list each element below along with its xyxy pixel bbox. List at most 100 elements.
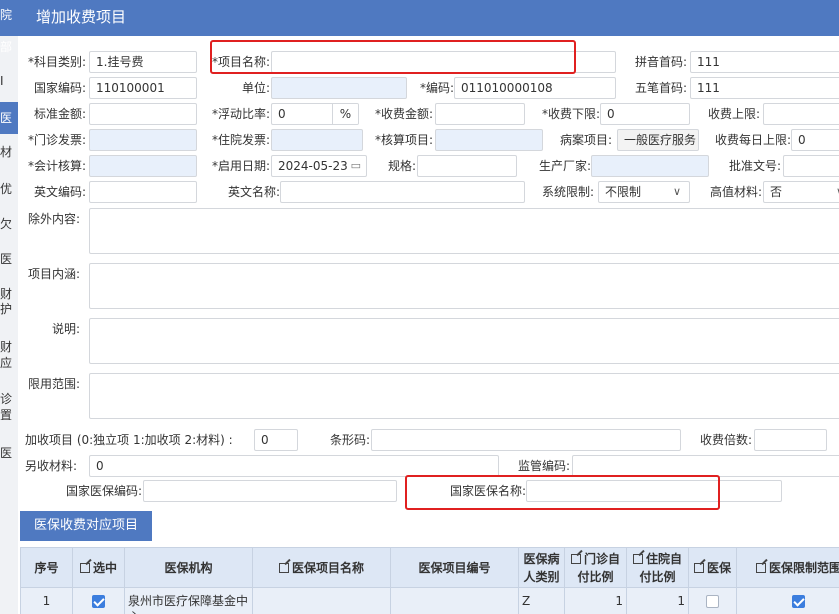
background-sidebar-item: 材	[0, 145, 13, 159]
surcharge-label: 加收项目 (0:独立项 1:加收项 2:材料) :	[25, 433, 233, 447]
background-sidebar-item: 财	[0, 340, 13, 354]
ins-code-label: 国家医保编码:	[65, 484, 142, 498]
col-header-op-ratio[interactable]: 门诊自付比例	[564, 547, 627, 588]
fee-amount-input[interactable]	[435, 103, 525, 125]
national-code-input[interactable]: 110100001	[89, 77, 197, 99]
fee-item-form: *科目类别: 1.挂号费 *项目名称: 拼音首码: 111 国家编码: 1101…	[18, 36, 839, 506]
background-sidebar-item: 护	[0, 302, 13, 316]
pinyin-input[interactable]: 111	[690, 51, 839, 73]
accounting-label: *会计核算:	[27, 159, 86, 173]
connotation-label: 项目内涵:	[27, 267, 80, 281]
ins-name-input[interactable]	[526, 480, 782, 502]
en-name-input[interactable]	[280, 181, 525, 203]
national-code-label: 国家编码:	[33, 81, 86, 95]
std-amount-input[interactable]	[89, 103, 197, 125]
extra-material-input[interactable]: 0	[89, 455, 499, 477]
background-sidebar-item: 医	[0, 446, 13, 460]
supervision-code-input[interactable]	[572, 455, 839, 477]
code-input[interactable]: 011010000108	[454, 77, 616, 99]
accounting-select[interactable]	[89, 155, 197, 177]
cell-selected[interactable]	[72, 587, 125, 614]
float-ratio-input[interactable]: 0 %	[271, 103, 359, 125]
scope-textarea[interactable]	[89, 373, 839, 419]
section-title: 医保收费对应项目	[20, 511, 153, 541]
edit-icon	[693, 562, 704, 573]
chevron-down-icon: ∨	[672, 185, 681, 198]
table-row[interactable]: 1 泉州市医疗保障基金中心 Z 1 1	[20, 587, 839, 614]
inpatient-invoice-select[interactable]	[271, 129, 363, 151]
code-label: *编码:	[419, 81, 454, 95]
col-header-ins[interactable]: 医保	[688, 547, 737, 588]
daily-upper-input[interactable]: 0	[791, 129, 839, 151]
exclusions-textarea[interactable]	[89, 208, 839, 254]
background-sidebar: 院 部 I 医 材 优 欠 医 财 护 财 应 诊 置 医	[0, 0, 18, 614]
fee-amount-label: *收费金额:	[374, 107, 433, 121]
fee-lower-input[interactable]: 0	[600, 103, 690, 125]
barcode-label: 条形码:	[329, 433, 370, 447]
cell-category: Z	[518, 587, 565, 614]
cell-name[interactable]	[252, 587, 391, 614]
background-sidebar-item: 应	[0, 356, 13, 370]
wubi-label: 五笔首码:	[634, 81, 687, 95]
fee-upper-input[interactable]	[763, 103, 839, 125]
spec-input[interactable]	[417, 155, 517, 177]
fee-lower-label: *收费下限:	[541, 107, 600, 121]
cell-ins[interactable]	[688, 587, 737, 614]
extra-material-label: 另收材料:	[25, 459, 78, 473]
case-item-select[interactable]: 一般医疗服务	[617, 129, 699, 151]
background-sidebar-item: I	[0, 74, 4, 88]
checkbox-unchecked-icon[interactable]	[706, 595, 719, 608]
daily-upper-label: 收费每日上限:	[714, 133, 791, 147]
edit-icon	[79, 562, 90, 573]
col-header-org: 医保机构	[124, 547, 253, 588]
barcode-input[interactable]	[371, 429, 681, 451]
col-header-selected[interactable]: 选中	[72, 547, 125, 588]
fee-upper-label: 收费上限:	[707, 107, 760, 121]
en-name-label: 英文名称:	[227, 185, 280, 199]
cell-no: 1	[20, 587, 73, 614]
outpatient-invoice-select[interactable]	[89, 129, 197, 151]
supervision-code-label: 监管编码:	[517, 459, 570, 473]
approval-no-input[interactable]	[783, 155, 839, 177]
subject-type-label: *科目类别:	[27, 55, 86, 69]
background-sidebar-item: 医	[0, 102, 18, 134]
manufacturer-label: 生产厂家:	[538, 159, 591, 173]
subject-type-input[interactable]: 1.挂号费	[89, 51, 197, 73]
description-textarea[interactable]	[89, 318, 839, 364]
background-sidebar-item: 医	[0, 252, 13, 266]
col-header-name[interactable]: 医保项目名称	[252, 547, 391, 588]
start-date-input[interactable]: 2024-05-23 ▭	[271, 155, 367, 177]
cell-limit[interactable]	[736, 587, 839, 614]
wubi-input[interactable]: 111	[690, 77, 839, 99]
start-date-value: 2024-05-23	[278, 159, 348, 173]
approval-no-label: 批准文号:	[728, 159, 781, 173]
high-value-select[interactable]: 否 ∨	[763, 181, 839, 203]
col-header-ip-ratio[interactable]: 住院自付比例	[626, 547, 689, 588]
unit-input[interactable]	[271, 77, 407, 99]
system-limit-select[interactable]: 不限制 ∨	[598, 181, 690, 203]
surcharge-input[interactable]: 0	[254, 429, 298, 451]
background-sidebar-item: 院	[0, 8, 13, 22]
system-limit-value: 不限制	[605, 185, 642, 199]
fee-multiple-input[interactable]	[754, 429, 827, 451]
accounting-item-select[interactable]	[435, 129, 543, 151]
calendar-icon[interactable]: ▭	[351, 156, 361, 176]
checkbox-checked-icon[interactable]	[92, 595, 105, 608]
ins-code-input[interactable]	[143, 480, 397, 502]
checkbox-checked-icon[interactable]	[792, 595, 805, 608]
outpatient-invoice-label: *门诊发票:	[27, 133, 86, 147]
background-sidebar-item: 财	[0, 287, 13, 301]
col-header-no: 序号	[20, 547, 73, 588]
item-name-input[interactable]	[271, 51, 616, 73]
high-value-value: 否	[770, 185, 783, 199]
fee-multiple-label: 收费倍数:	[699, 433, 752, 447]
manufacturer-select[interactable]	[591, 155, 709, 177]
col-header-limit[interactable]: 医保限制范围	[736, 547, 839, 588]
insurance-mapping-table: 序号 选中 医保机构 医保项目名称 医保项目编号 医保病人类别 门诊自付比例 住…	[20, 547, 839, 614]
float-ratio-value: 0	[278, 107, 286, 121]
cell-op-ratio[interactable]: 1	[564, 587, 627, 614]
en-code-input[interactable]	[89, 181, 197, 203]
accounting-item-label: *核算项目:	[374, 133, 433, 147]
connotation-textarea[interactable]	[89, 263, 839, 309]
cell-ip-ratio[interactable]: 1	[626, 587, 689, 614]
